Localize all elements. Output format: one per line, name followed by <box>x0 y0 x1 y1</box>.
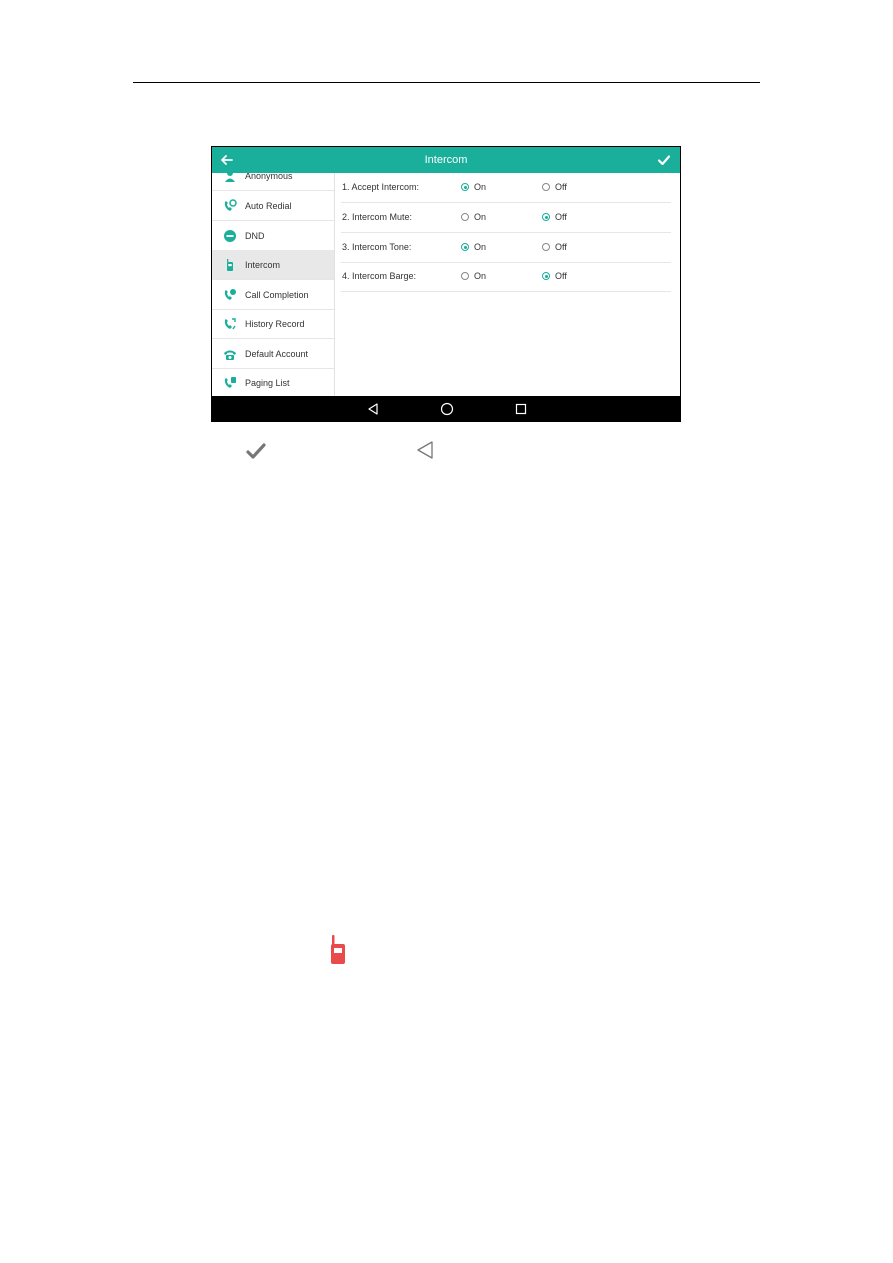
setting-label: 2. Intercom Mute: <box>342 212 413 222</box>
sidebar-item-label: Call Completion <box>245 289 309 300</box>
sidebar-item-call-completion[interactable]: Call Completion <box>212 280 334 310</box>
sidebar-item-label: History Record <box>245 318 305 329</box>
radio-selected-icon <box>542 272 550 280</box>
sidebar-item-label: Auto Redial <box>245 200 292 211</box>
sidebar-item-history-record[interactable]: History Record <box>212 309 334 339</box>
checkmark-icon[interactable] <box>657 153 671 167</box>
setting-label: 3. Intercom Tone: <box>342 242 412 252</box>
radio-off[interactable]: Off <box>542 242 567 252</box>
setting-label: 1. Accept Intercom: <box>342 182 420 192</box>
sidebar-item-label: Anonymous <box>245 173 293 181</box>
radio-off[interactable]: Off <box>542 212 567 222</box>
sidebar-item-label: Default Account <box>245 348 309 359</box>
radio-unselected-icon <box>461 213 469 221</box>
radio-unselected-icon <box>542 243 550 251</box>
page-header-rule <box>133 82 760 83</box>
title-bar: Intercom <box>212 147 680 173</box>
dnd-icon <box>223 229 237 243</box>
checkmark-icon <box>246 443 266 459</box>
radio-on[interactable]: On <box>461 182 486 192</box>
radio-on[interactable]: On <box>461 212 486 222</box>
android-nav-bar <box>212 396 680 421</box>
sidebar: Anonymous Auto Redial DND Intercom Call … <box>212 173 335 396</box>
sidebar-item-auto-redial[interactable]: Auto Redial <box>212 191 334 221</box>
call-completion-icon <box>223 288 237 302</box>
sidebar-item-paging-list[interactable]: Paging List <box>212 368 334 396</box>
radio-off[interactable]: Off <box>542 271 567 281</box>
radio-unselected-icon <box>461 272 469 280</box>
back-triangle-icon[interactable] <box>366 402 380 416</box>
sidebar-item-dnd[interactable]: DND <box>212 221 334 251</box>
radio-on[interactable]: On <box>461 271 486 281</box>
default-account-icon <box>223 347 237 361</box>
paging-list-icon <box>223 376 237 390</box>
intercom-icon <box>223 258 237 272</box>
sidebar-item-intercom[interactable]: Intercom <box>212 250 334 280</box>
screen-body: Anonymous Auto Redial DND Intercom Call … <box>212 173 680 396</box>
phone-screen: Intercom Anonymous Auto Redial DND Inter… <box>211 146 681 422</box>
sidebar-item-anonymous[interactable]: Anonymous <box>212 173 334 191</box>
setting-row-accept-intercom: 1. Accept Intercom: On Off <box>341 173 671 203</box>
radio-selected-icon <box>461 183 469 191</box>
settings-panel: 1. Accept Intercom: On Off 2. Intercom M… <box>335 173 680 396</box>
screen-title: Intercom <box>424 154 468 166</box>
setting-label: 4. Intercom Barge: <box>342 271 417 281</box>
sidebar-item-label: Intercom <box>245 259 281 270</box>
auto-redial-icon <box>223 198 237 213</box>
intercom-red-icon <box>331 935 345 964</box>
setting-row-intercom-barge: 4. Intercom Barge: On Off <box>341 262 671 292</box>
radio-off[interactable]: Off <box>542 182 567 192</box>
setting-row-intercom-mute: 2. Intercom Mute: On Off <box>341 203 671 233</box>
radio-unselected-icon <box>542 183 550 191</box>
anonymous-person-icon <box>223 173 237 183</box>
sidebar-item-label: Paging List <box>245 377 290 388</box>
back-triangle-icon <box>417 441 433 459</box>
radio-on[interactable]: On <box>461 242 486 252</box>
history-record-icon <box>223 317 237 331</box>
radio-selected-icon <box>461 243 469 251</box>
sidebar-item-default-account[interactable]: Default Account <box>212 339 334 369</box>
recents-square-icon[interactable] <box>514 402 528 416</box>
home-circle-icon[interactable] <box>440 402 454 416</box>
setting-row-intercom-tone: 3. Intercom Tone: On Off <box>341 233 671 263</box>
radio-selected-icon <box>542 213 550 221</box>
sidebar-item-label: DND <box>245 230 265 241</box>
